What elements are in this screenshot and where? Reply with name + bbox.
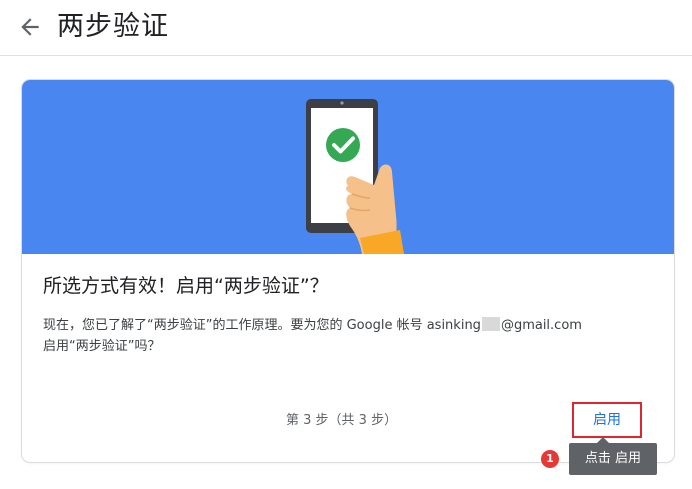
arrow-left-icon xyxy=(21,18,39,36)
banner xyxy=(22,80,674,254)
page-header: 两步验证 xyxy=(0,0,692,56)
redacted-text xyxy=(481,317,500,331)
page-title: 两步验证 xyxy=(57,11,169,42)
description: 现在，您已了解了“两步验证”的工作原理。要为您的 Google 帐号 asink… xyxy=(43,315,663,357)
back-button[interactable] xyxy=(17,14,43,40)
phone-with-check-icon xyxy=(306,99,404,254)
confirmation-card: 所选方式有效！启用“两步验证”？ 现在，您已了解了“两步验证”的工作原理。要为您… xyxy=(22,80,674,462)
step-badge: 1 xyxy=(541,450,559,468)
description-line-2: 启用“两步验证”吗？ xyxy=(43,339,161,354)
instruction-tooltip: 点击 启用 xyxy=(569,443,657,475)
description-line-1: 现在，您已了解了“两步验证”的工作原理。要为您的 Google 帐号 asink… xyxy=(43,315,663,336)
card-heading: 所选方式有效！启用“两步验证”？ xyxy=(43,275,329,297)
description-text: 现在，您已了解了“两步验证”的工作原理。要为您的 Google 帐号 asink… xyxy=(43,318,481,333)
enable-button[interactable]: 启用 xyxy=(572,402,642,438)
step-indicator: 第 3 步（共 3 步） xyxy=(286,413,398,428)
email-domain-text: @gmail.com xyxy=(500,318,582,333)
